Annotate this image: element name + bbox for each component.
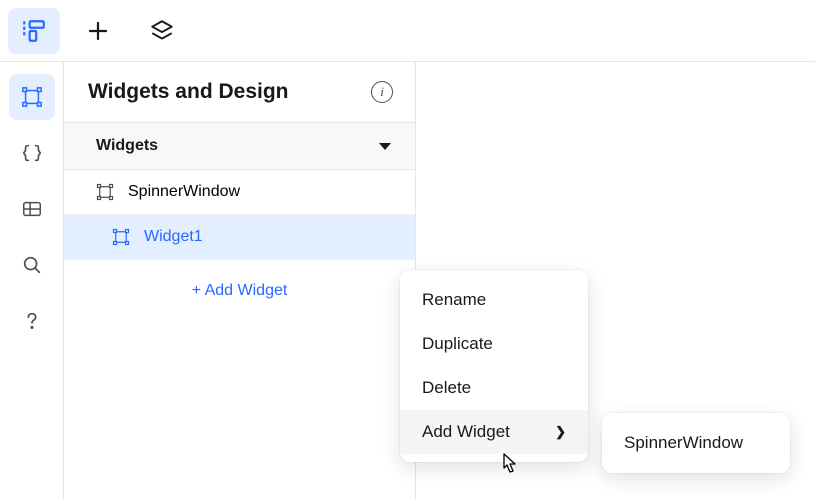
top-toolbar <box>0 0 815 62</box>
bounding-box-icon <box>112 228 130 246</box>
context-item-label: Delete <box>422 378 471 398</box>
bounding-box-icon <box>21 86 43 108</box>
submenu-spinnerwindow[interactable]: SpinnerWindow <box>602 423 790 463</box>
table-icon <box>21 198 43 220</box>
left-rail <box>0 62 64 500</box>
layers-tool-button[interactable] <box>136 8 188 54</box>
context-item-label: Duplicate <box>422 334 493 354</box>
context-rename[interactable]: Rename <box>400 278 588 322</box>
widgets-panel: Widgets and Design i Widgets SpinnerWind… <box>64 62 416 500</box>
context-menu: Rename Duplicate Delete Add Widget ❯ <box>400 270 588 462</box>
add-tool-button[interactable] <box>72 8 124 54</box>
add-widget-button[interactable]: + Add Widget <box>64 260 415 322</box>
context-delete[interactable]: Delete <box>400 366 588 410</box>
context-item-label: Add Widget <box>422 422 510 442</box>
chevron-right-icon: ❯ <box>555 424 566 440</box>
chevron-down-icon <box>379 143 391 150</box>
info-icon[interactable]: i <box>371 81 393 103</box>
plus-icon <box>86 19 110 43</box>
tree-item-label: SpinnerWindow <box>128 183 240 201</box>
tree-item-spinnerwindow[interactable]: SpinnerWindow <box>64 170 415 215</box>
rail-search-tab[interactable] <box>9 242 55 288</box>
panel-header: Widgets and Design i <box>64 62 415 123</box>
panel-title: Widgets and Design <box>88 80 289 104</box>
layout-icon <box>21 18 47 44</box>
context-add-widget[interactable]: Add Widget ❯ <box>400 410 588 454</box>
rail-code-tab[interactable] <box>9 130 55 176</box>
rail-help-tab[interactable] <box>9 298 55 344</box>
search-icon <box>21 254 43 276</box>
question-icon <box>21 310 43 332</box>
widget-tree: SpinnerWindow Widget1 <box>64 170 415 260</box>
context-duplicate[interactable]: Duplicate <box>400 322 588 366</box>
context-submenu: SpinnerWindow <box>602 413 790 473</box>
layers-icon <box>149 18 175 44</box>
tree-item-widget1[interactable]: Widget1 <box>64 215 415 260</box>
layout-tool-button[interactable] <box>8 8 60 54</box>
rail-design-tab[interactable] <box>9 74 55 120</box>
rail-table-tab[interactable] <box>9 186 55 232</box>
bounding-box-icon <box>96 183 114 201</box>
braces-icon <box>21 142 43 164</box>
context-item-label: Rename <box>422 290 486 310</box>
tree-item-label: Widget1 <box>144 228 203 246</box>
submenu-item-label: SpinnerWindow <box>624 433 743 452</box>
widgets-section-header[interactable]: Widgets <box>64 123 415 170</box>
section-title: Widgets <box>96 137 158 155</box>
